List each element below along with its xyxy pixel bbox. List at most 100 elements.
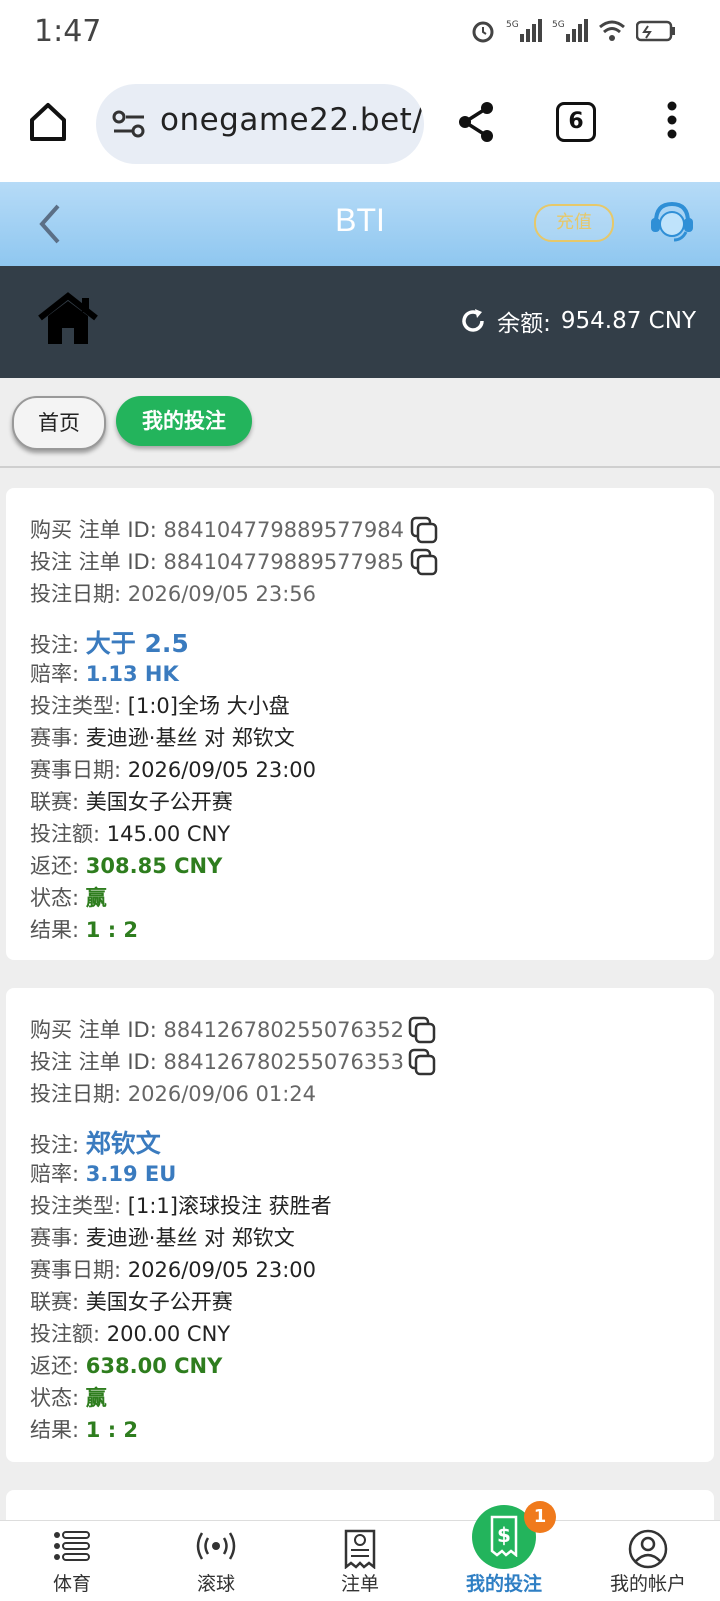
address-bar[interactable]: onegame22.bet/g <box>96 84 424 164</box>
browser-toolbar: onegame22.bet/g 6 <box>0 70 720 183</box>
selection-row: 投注: 郑钦文 <box>30 1129 161 1158</box>
event-value: 麦迪逊·基丝 对 郑钦文 <box>85 1226 295 1250</box>
stake-value: 200.00 CNY <box>106 1322 231 1346</box>
league-row: 联赛: 美国女子公开赛 <box>30 1290 233 1314</box>
nav-account[interactable]: 我的帐户 <box>576 1521 720 1601</box>
event-date-value: 2026/09/05 23:00 <box>127 758 316 782</box>
share-icon <box>459 102 493 142</box>
share-button[interactable] <box>456 100 496 148</box>
signal-5g-icon: 5G <box>552 19 588 42</box>
headset-icon <box>651 201 693 242</box>
bet-type-value: [1:1]滚球投注 获胜者 <box>127 1194 332 1218</box>
more-vertical-icon <box>667 101 677 139</box>
nav-label: 我的帐户 <box>609 1573 686 1595</box>
bet-list: 购买 注单 ID: 884104779889577984 投注 注单 ID: 8… <box>0 470 720 1520</box>
buy-id-value: 884126780255076352 <box>163 1018 404 1042</box>
tab-switcher-button[interactable]: 6 <box>556 102 596 142</box>
buy-id-value: 884104779889577984 <box>163 518 404 542</box>
bet-id-value: 884126780255076353 <box>163 1050 404 1074</box>
event-row: 赛事: 麦迪逊·基丝 对 郑钦文 <box>30 726 295 750</box>
result-value: 1 : 2 <box>85 918 139 942</box>
svg-text:5G: 5G <box>552 20 565 30</box>
return-value: 638.00 CNY <box>85 1354 223 1378</box>
live-broadcast-icon <box>196 1532 236 1560</box>
receipt-icon <box>344 1529 376 1569</box>
event-date-row: 赛事日期: 2026/09/05 23:00 <box>30 1258 316 1282</box>
status-row: 状态: 赢 <box>30 886 107 910</box>
league-row: 联赛: 美国女子公开赛 <box>30 790 233 814</box>
status-value: 赢 <box>85 1386 107 1410</box>
nav-my-bets[interactable]: $ 1 我的投注 <box>432 1501 576 1601</box>
stake-value: 145.00 CNY <box>106 822 231 846</box>
selection-value: 大于 2.5 <box>85 629 189 658</box>
bet-id-value: 884104779889577985 <box>163 550 404 574</box>
buy-id-row: 购买 注单 ID: 884126780255076352 <box>30 1018 404 1042</box>
status-row: 状态: 赢 <box>30 1386 107 1410</box>
refresh-icon[interactable] <box>459 307 487 335</box>
bet-id-row: 投注 注单 ID: 884126780255076353 <box>30 1050 404 1074</box>
stake-row: 投注额: 145.00 CNY <box>30 822 231 846</box>
bet-id-row: 投注 注单 ID: 884104779889577985 <box>30 550 404 574</box>
odds-value: 3.19 EU <box>85 1162 177 1186</box>
result-value: 1 : 2 <box>85 1418 139 1442</box>
nav-sports[interactable]: 体育 <box>0 1521 144 1601</box>
event-value: 麦迪逊·基丝 对 郑钦文 <box>85 726 295 750</box>
league-value: 美国女子公开赛 <box>85 790 233 814</box>
copy-icon[interactable] <box>410 548 440 578</box>
selection-row: 投注: 大于 2.5 <box>30 629 189 658</box>
bottom-navigation: 体育 滚球 注单 $ 1 我的投注 我的帐户 <box>0 1501 720 1601</box>
app-home-button[interactable] <box>38 292 98 350</box>
odds-row: 赔率: 1.13 HK <box>30 662 179 686</box>
bet-date-row: 投注日期: 2026/09/06 01:24 <box>30 1082 316 1106</box>
browser-menu-button[interactable] <box>666 100 678 144</box>
account-bar: 余额: 954.87 CNY <box>0 266 720 378</box>
nav-live[interactable]: 滚球 <box>144 1521 288 1601</box>
status-value: 赢 <box>85 886 107 910</box>
league-value: 美国女子公开赛 <box>85 1290 233 1314</box>
odds-row: 赔率: 3.19 EU <box>30 1162 177 1186</box>
status-icons: 5G 5G <box>470 18 676 44</box>
nav-bet-slip[interactable]: 注单 <box>288 1521 432 1601</box>
bet-card: 购买 注单 ID: 884126780255076352 投注 注单 ID: 8… <box>6 988 714 1462</box>
recharge-button[interactable]: 充值 <box>534 204 614 242</box>
balance-label: 余额: <box>497 311 551 337</box>
home-icon <box>30 103 66 141</box>
nav-label: 注单 <box>340 1573 379 1595</box>
browser-home-button[interactable] <box>26 100 70 144</box>
status-time: 1:47 <box>34 14 102 49</box>
copy-icon[interactable] <box>408 1016 438 1046</box>
bet-type-value: [1:0]全场 大小盘 <box>127 694 290 718</box>
tab-bar: 首页 我的投注 <box>0 378 720 468</box>
signal-5g-icon: 5G <box>506 19 542 42</box>
nav-label: 体育 <box>52 1573 91 1595</box>
home-icon <box>38 292 98 344</box>
bet-card <box>6 1490 714 1520</box>
event-date-row: 赛事日期: 2026/09/05 23:00 <box>30 758 316 782</box>
status-bar: 1:47 5G 5G <box>0 0 720 70</box>
selection-value: 郑钦文 <box>85 1129 161 1158</box>
bet-card: 购买 注单 ID: 884104779889577984 投注 注单 ID: 8… <box>6 488 714 960</box>
app-header: BTI 充值 <box>0 182 720 266</box>
alarm-icon <box>472 21 494 43</box>
svg-text:5G: 5G <box>506 20 519 30</box>
copy-icon[interactable] <box>410 516 440 546</box>
event-date-value: 2026/09/05 23:00 <box>127 1258 316 1282</box>
tab-home[interactable]: 首页 <box>12 396 106 450</box>
user-icon <box>628 1529 668 1569</box>
return-value: 308.85 CNY <box>85 854 223 878</box>
result-row: 结果: 1 : 2 <box>30 1418 139 1442</box>
customer-support-button[interactable] <box>648 200 696 248</box>
tab-my-bets[interactable]: 我的投注 <box>116 396 252 446</box>
site-settings-icon[interactable] <box>112 110 146 138</box>
bet-type-row: 投注类型: [1:1]滚球投注 获胜者 <box>30 1194 332 1218</box>
money-receipt-icon: $ <box>490 1515 518 1557</box>
list-icon <box>54 1531 90 1561</box>
balance-value: 954.87 CNY <box>560 308 696 334</box>
event-row: 赛事: 麦迪逊·基丝 对 郑钦文 <box>30 1226 295 1250</box>
battery-icon <box>636 20 675 42</box>
bet-date-row: 投注日期: 2026/09/05 23:56 <box>30 582 316 606</box>
return-row: 返还: 308.85 CNY <box>30 854 223 878</box>
copy-icon[interactable] <box>408 1048 438 1078</box>
bet-type-row: 投注类型: [1:0]全场 大小盘 <box>30 694 290 718</box>
url-text: onegame22.bet/g <box>160 102 424 138</box>
